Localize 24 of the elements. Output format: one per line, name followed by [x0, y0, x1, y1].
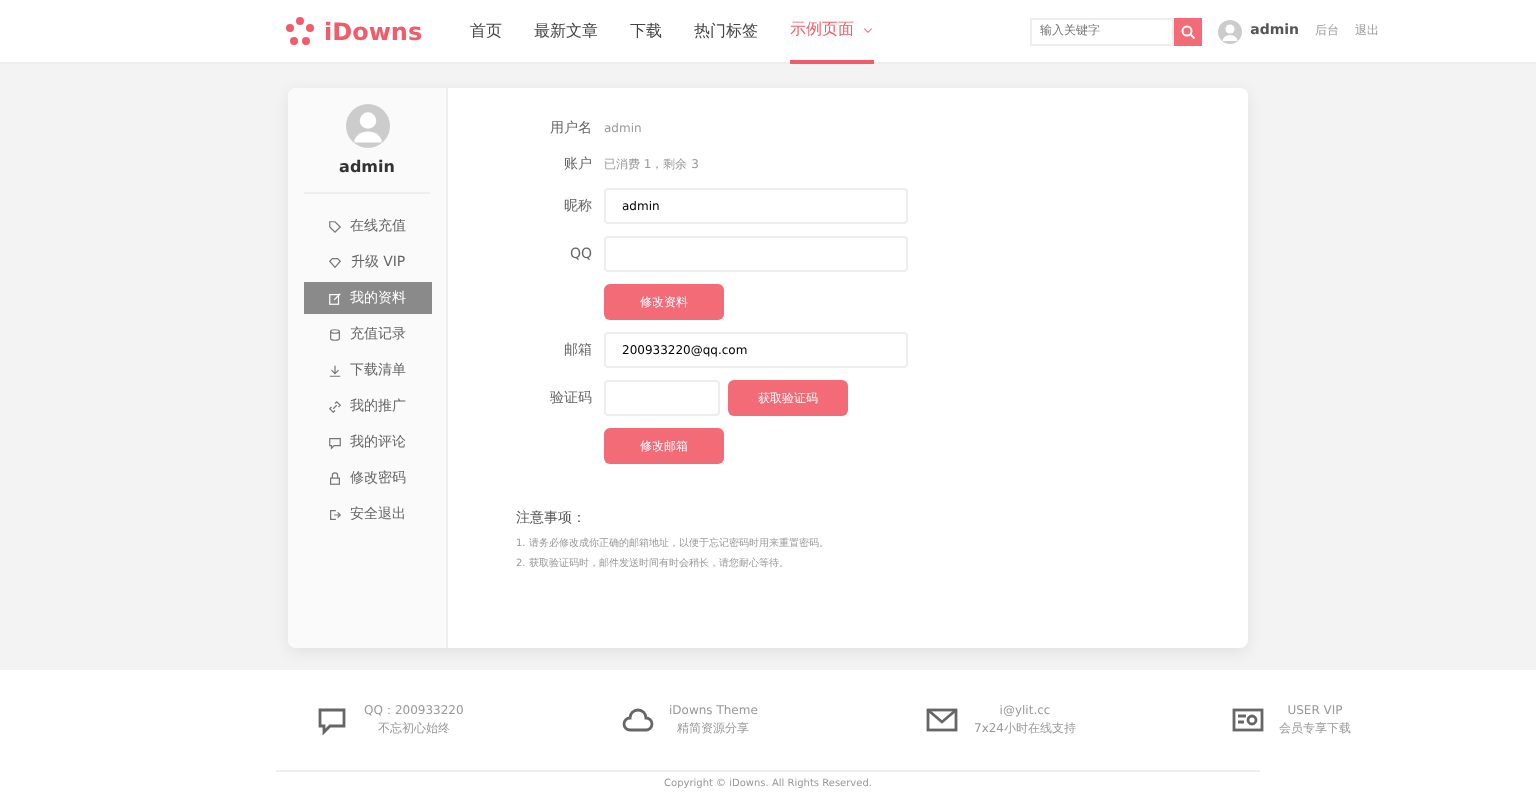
- logout-icon: [328, 507, 342, 521]
- database-icon: [328, 327, 342, 341]
- avatar-icon: [1218, 19, 1243, 43]
- profile-name: admin: [337, 156, 397, 180]
- nav-link[interactable]: 首页: [470, 0, 503, 63]
- search-button[interactable]: [1174, 17, 1203, 45]
- comment-icon: [328, 435, 342, 449]
- diamond-icon: [328, 255, 343, 269]
- lock-icon: [328, 471, 342, 485]
- mail-icon: [926, 704, 958, 736]
- download-icon: [328, 363, 342, 377]
- logo-icon: [284, 15, 316, 47]
- nav-link[interactable]: 最新文章: [534, 0, 599, 63]
- cloud-icon: [621, 704, 653, 736]
- link-icon: [328, 399, 342, 413]
- id-card-icon: [1231, 704, 1263, 736]
- logo-text: iDowns: [324, 15, 423, 49]
- nav-link[interactable]: 热门标签: [694, 0, 759, 63]
- tag-icon: [328, 219, 342, 233]
- comment-icon: [316, 704, 348, 736]
- edit-icon: [328, 291, 342, 305]
- avatar-icon: [345, 104, 389, 148]
- nav-link[interactable]: 下载: [630, 0, 663, 63]
- search-icon: [1180, 23, 1197, 39]
